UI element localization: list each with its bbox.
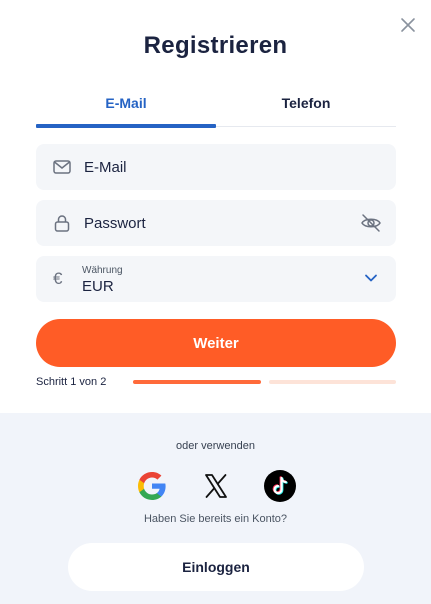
google-icon[interactable] <box>136 470 168 502</box>
currency-value: EUR <box>82 278 114 295</box>
euro-icon: € <box>53 269 63 288</box>
eye-off-icon[interactable] <box>360 212 382 234</box>
currency-select[interactable]: € Währung EUR <box>36 256 396 302</box>
tiktok-icon[interactable] <box>264 470 296 502</box>
x-icon[interactable] <box>200 470 232 502</box>
login-button[interactable]: Einloggen <box>68 543 364 591</box>
or-use-text: oder verwenden <box>176 440 255 452</box>
tab-phone[interactable]: Telefon <box>216 86 396 126</box>
email-input[interactable] <box>84 144 344 190</box>
continue-button[interactable]: Weiter <box>36 319 396 367</box>
email-field-container <box>36 144 396 190</box>
currency-label: Währung <box>82 265 123 276</box>
alternative-login-section: oder verwenden Haben Sie bereits ein Kon… <box>0 413 431 604</box>
chevron-down-icon <box>365 274 377 282</box>
progress-step-2 <box>269 380 396 384</box>
lock-icon <box>54 215 70 232</box>
password-input[interactable] <box>84 200 344 246</box>
mail-icon <box>53 160 71 174</box>
tab-email[interactable]: E-Mail <box>36 86 216 128</box>
password-field-container <box>36 200 396 246</box>
page-title: Registrieren <box>143 32 288 59</box>
step-indicator: Schritt 1 von 2 <box>36 376 107 388</box>
tab-bar: E-Mail Telefon <box>36 86 396 128</box>
have-account-text: Haben Sie bereits ein Konto? <box>143 513 288 525</box>
progress-step-1 <box>133 380 261 384</box>
